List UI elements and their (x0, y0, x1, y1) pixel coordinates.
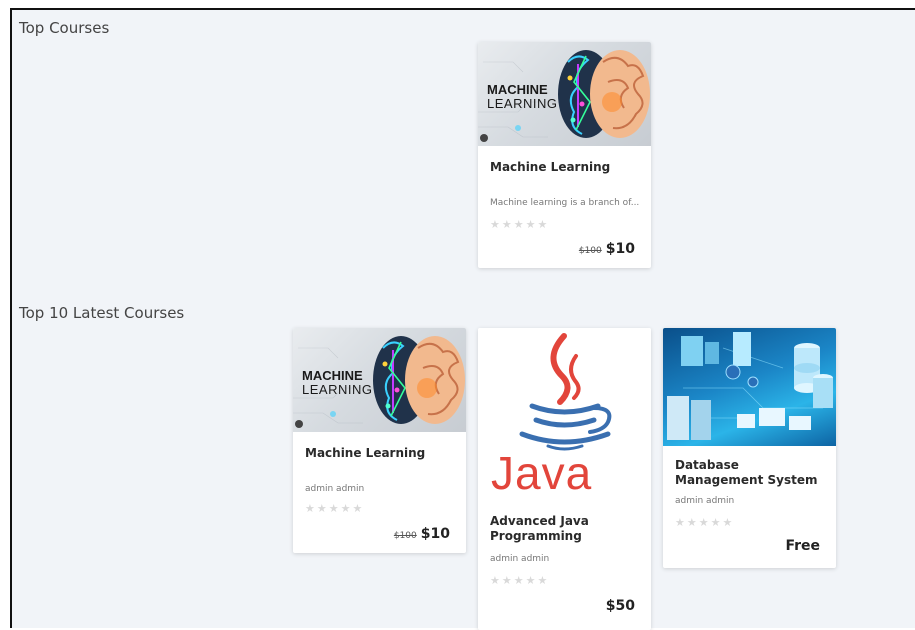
old-price: $100 (393, 531, 417, 541)
course-description: Machine learning is a branch of... (490, 198, 640, 208)
course-card-advanced-java[interactable]: Java Advanced Java Programming admin adm… (478, 328, 651, 630)
course-price: $100 $10 (579, 241, 635, 257)
course-card-database-management[interactable]: Database Management System admin admin ★… (663, 328, 836, 568)
rating-stars: ★★★★★ (675, 517, 735, 529)
course-title[interactable]: Advanced Java Programming (490, 514, 640, 544)
thumbnail-title-line2: LEARNING (302, 382, 373, 397)
thumbnail-title-line1: MACHINE (487, 82, 548, 97)
course-author: admin admin (490, 554, 550, 564)
database-servers-image (667, 332, 833, 440)
course-title[interactable]: Machine Learning (305, 446, 425, 461)
java-logo-icon (519, 333, 612, 451)
course-price: Free (785, 538, 820, 554)
course-thumbnail[interactable]: MACHINE LEARNING (293, 328, 466, 432)
top-courses-heading: Top Courses (19, 19, 110, 37)
course-title[interactable]: Database Management System (675, 458, 825, 488)
old-price: $100 (578, 246, 602, 256)
course-card-machine-learning[interactable]: MACHINE LEARNING Machine Learning admin … (293, 328, 466, 553)
thumbnail-title-line1: MACHINE (302, 368, 363, 383)
rating-stars: ★★★★★ (490, 219, 550, 231)
course-thumbnail[interactable]: MACHINE LEARNING (478, 42, 651, 146)
latest-courses-heading: Top 10 Latest Courses (19, 304, 185, 322)
course-thumbnail[interactable]: Java (478, 328, 651, 508)
current-price: $10 (420, 526, 450, 542)
current-price: $10 (605, 241, 635, 257)
course-price: $100 $10 (394, 526, 450, 542)
course-title[interactable]: Machine Learning (490, 160, 610, 175)
courses-panel: Top Courses MACHINE LEARNING Machine Lea… (10, 8, 915, 630)
course-thumbnail[interactable] (663, 328, 836, 446)
rating-stars: ★★★★★ (305, 503, 365, 515)
course-card-machine-learning-top[interactable]: MACHINE LEARNING Machine Learning Machin… (478, 42, 651, 268)
thumbnail-title-line2: LEARNING (487, 96, 558, 111)
course-author: admin admin (305, 484, 365, 494)
java-wordmark: Java (491, 447, 593, 499)
course-author: admin admin (675, 496, 735, 506)
course-price: $50 (605, 598, 635, 614)
rating-stars: ★★★★★ (490, 575, 550, 587)
